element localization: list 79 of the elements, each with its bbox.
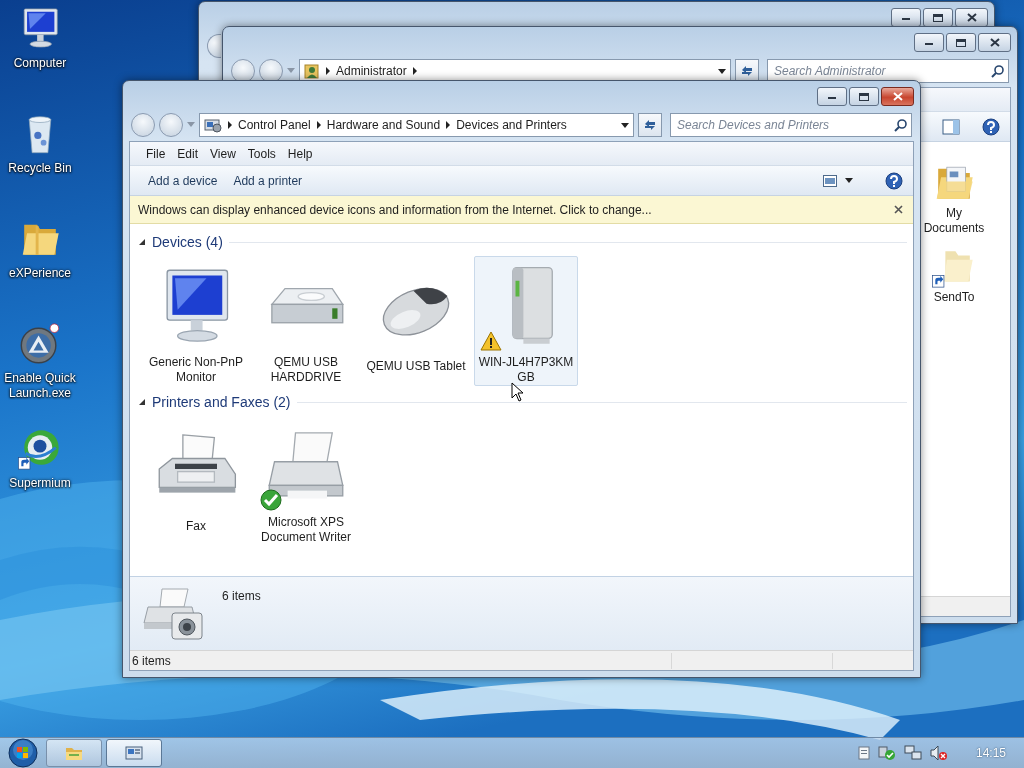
- desktop-icon[interactable]: Supermium: [0, 426, 80, 531]
- refresh-icon: [740, 65, 754, 77]
- close-button[interactable]: [978, 33, 1011, 52]
- expand-icon[interactable]: [138, 398, 146, 406]
- search-field[interactable]: Search Administrator: [774, 62, 991, 80]
- control-panel-icon: [124, 744, 144, 762]
- volume-muted-icon[interactable]: [929, 745, 948, 761]
- menu-item[interactable]: Edit: [171, 142, 205, 165]
- cursor-icon: [511, 382, 524, 402]
- group-title: Printers and Faxes (2): [152, 392, 291, 412]
- search-box[interactable]: Search Administrator: [767, 59, 1009, 83]
- info-bar-text[interactable]: Windows can display enhanced device icons and information from the Internet. Click to change...: [138, 200, 894, 219]
- security-icon[interactable]: [877, 745, 896, 761]
- search-field[interactable]: Search Devices and Printers: [677, 116, 894, 134]
- breadcrumb-item[interactable]: Control Panel: [238, 116, 311, 134]
- desktop-icon[interactable]: eXPerience: [0, 216, 80, 321]
- maximize-icon: [859, 92, 869, 101]
- command-button[interactable]: Add a device: [142, 168, 224, 193]
- view-options-button[interactable]: [823, 174, 853, 187]
- search-icon[interactable]: [991, 64, 1004, 78]
- maximize-icon: [933, 13, 943, 22]
- help-icon[interactable]: [982, 117, 1000, 136]
- chevron-icon[interactable]: [411, 67, 418, 75]
- view-icon: [823, 174, 837, 187]
- close-icon: [966, 13, 977, 22]
- taskbar-button[interactable]: [106, 739, 162, 767]
- maximize-button[interactable]: [946, 33, 976, 52]
- device-item[interactable]: QEMU USB Tablet: [364, 256, 468, 386]
- chevron-icon[interactable]: [227, 121, 233, 129]
- menu-item[interactable]: Tools: [241, 142, 282, 165]
- desktop-icon[interactable]: Enable Quick Launch.exe: [0, 321, 80, 426]
- expand-icon[interactable]: [138, 238, 146, 246]
- refresh-button[interactable]: [735, 59, 759, 83]
- address-bar[interactable]: Administrator: [299, 59, 731, 83]
- device-item[interactable]: Microsoft XPS Document Writer: [254, 416, 358, 546]
- forward-button[interactable]: [259, 59, 283, 83]
- device-item[interactable]: Fax: [144, 416, 248, 546]
- item-count: 6 items: [222, 588, 261, 605]
- minimize-button[interactable]: [817, 87, 847, 106]
- address-bar[interactable]: Control Panel Hardware and Sound Devices and Printers: [199, 113, 634, 137]
- search-box[interactable]: Search Devices and Printers: [670, 113, 912, 137]
- close-icon[interactable]: [894, 205, 903, 214]
- menu-item[interactable]: View: [204, 142, 242, 165]
- device-item[interactable]: Generic Non-PnP Monitor: [144, 256, 248, 386]
- refresh-icon: [643, 119, 657, 131]
- help-icon[interactable]: [885, 171, 903, 190]
- refresh-button[interactable]: [638, 113, 662, 137]
- search-icon[interactable]: [894, 118, 907, 132]
- command-button[interactable]: Add a printer: [227, 168, 309, 193]
- dropdown-icon[interactable]: [621, 122, 629, 128]
- menu-item[interactable]: Help: [281, 142, 319, 165]
- breadcrumb-item[interactable]: Devices and Printers: [456, 116, 567, 134]
- breadcrumb-item[interactable]: Hardware and Sound: [326, 116, 441, 134]
- folder-item[interactable]: SendTo: [931, 244, 977, 305]
- close-icon: [989, 38, 1000, 47]
- desktop-icon[interactable]: Computer: [0, 6, 80, 111]
- back-button[interactable]: [231, 59, 255, 83]
- close-button[interactable]: [881, 87, 914, 106]
- desktop-icon[interactable]: Recycle Bin: [0, 111, 80, 216]
- status-text: 6 items: [132, 652, 171, 670]
- menu-item[interactable]: File: [140, 142, 172, 165]
- breadcrumb-item[interactable]: Administrator: [336, 62, 407, 80]
- group-title: Devices (4): [152, 232, 223, 252]
- network-icon[interactable]: [903, 745, 922, 761]
- chevron-icon[interactable]: [445, 121, 452, 129]
- maximize-icon: [956, 38, 966, 47]
- document-icon[interactable]: [857, 746, 870, 760]
- minimize-button[interactable]: [914, 33, 944, 52]
- close-icon: [892, 92, 903, 101]
- caret-icon: [845, 178, 853, 183]
- device-item[interactable]: QEMU USB HARDDRIVE: [254, 256, 358, 386]
- maximize-button[interactable]: [849, 87, 879, 106]
- folder-item[interactable]: My Documents: [918, 160, 990, 236]
- dropdown-icon[interactable]: [718, 68, 726, 74]
- chevron-icon[interactable]: [325, 67, 331, 75]
- chevron-icon[interactable]: [315, 121, 322, 129]
- control-panel-icon: [204, 117, 222, 133]
- device-item[interactable]: WIN-JL4H7P3KM GB: [474, 256, 578, 386]
- user-folder-icon: [304, 63, 320, 79]
